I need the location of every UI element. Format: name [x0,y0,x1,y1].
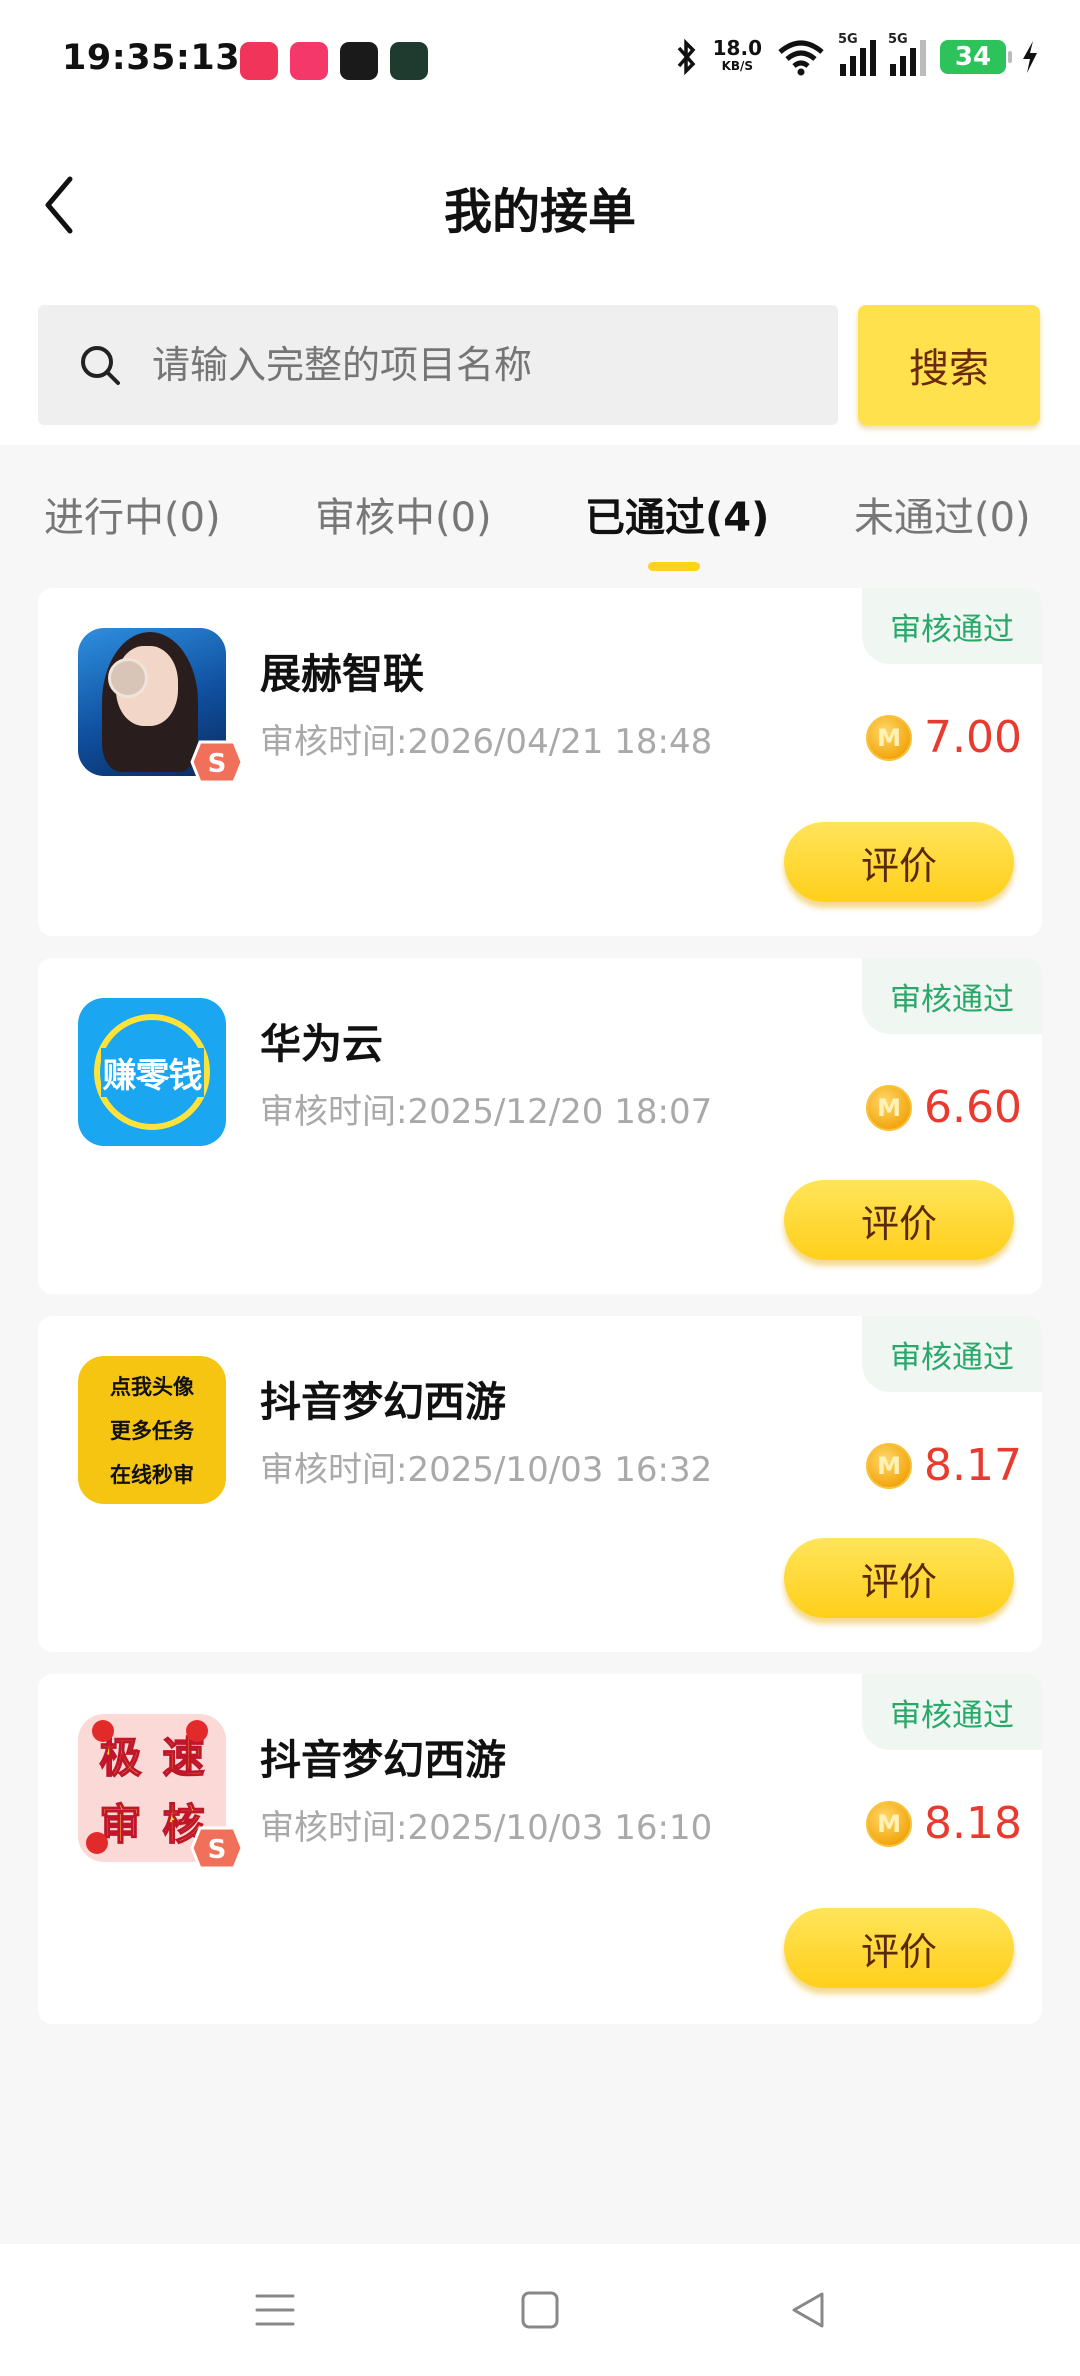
page-title: 我的接单 [443,184,636,240]
rate-button[interactable]: 评价 [784,822,1014,902]
status-badge: 审核通过 [862,588,1042,664]
bluetooth-icon [677,38,696,76]
search-input[interactable] [152,343,792,387]
menu-icon [255,2294,295,2326]
battery-icon: 34 [940,40,1012,74]
coin-icon: M [866,1442,913,1489]
thumbnail-line: 点我头像 [110,1375,194,1399]
order-card[interactable]: 审核通过 极 速 审 核 S 抖音梦幻西游 审核时间:2025/10/03 16… [38,1674,1042,2024]
project-name: 抖音梦幻西游 [260,1736,506,1784]
coin-icon: M [866,1800,913,1847]
coin-icon: M [866,1084,913,1131]
search-icon [81,346,120,385]
tab-under-review[interactable]: 审核中(0) [315,485,492,543]
reward: M 6.60 [866,1082,1022,1133]
reward: M 8.18 [866,1798,1022,1849]
project-thumbnail: 赚零钱 [78,998,226,1146]
rate-button[interactable]: 评价 [784,1908,1014,1988]
rate-button[interactable]: 评价 [784,1180,1014,1260]
signal-icon: 5G [838,32,876,76]
signal-icon-2: 5G [888,32,926,76]
video-app-icon [290,42,328,80]
s-badge-icon: S [190,740,244,784]
status-app-icons [240,42,428,80]
reward: M 7.00 [866,712,1022,763]
search-button[interactable]: 搜索 [858,305,1040,425]
project-name: 抖音梦幻西游 [260,1378,506,1426]
order-card[interactable]: 审核通过 点我头像 更多任务 在线秒审 抖音梦幻西游 审核时间:2025/10/… [38,1316,1042,1652]
reward-amount: 8.17 [924,1440,1022,1491]
tab-approved[interactable]: 已通过(4) [585,485,769,543]
thumbnail-line: 更多任务 [110,1419,194,1443]
coin-icon: M [866,714,913,761]
music-app-icon [240,42,278,80]
review-time: 审核时间:2025/10/03 16:32 [260,1450,713,1490]
order-card[interactable]: 审核通过 赚零钱 华为云 审核时间:2025/12/20 18:07 M 6.6… [38,958,1042,1294]
s-badge-letter: S [208,1835,227,1865]
signal1-label: 5G [838,32,858,47]
status-right: 18.0 KB/S 5G 5G 34 [675,32,1040,76]
signal2-label: 5G [888,32,908,47]
status-badge: 审核通过 [862,1674,1042,1750]
search-box[interactable] [38,305,838,425]
back-triangle-icon [792,2292,824,2328]
s-badge-icon: S [190,1826,244,1870]
review-time: 审核时间:2025/12/20 18:07 [260,1092,713,1132]
tab-rejected[interactable]: 未通过(0) [854,485,1031,543]
menu-nav-button[interactable] [245,2280,305,2340]
tab-bar: 进行中(0) 审核中(0) 已通过(4) 未通过(0) [0,485,1080,575]
active-tab-indicator [648,562,700,571]
thumbnail-line: 在线秒审 [110,1463,194,1487]
home-square-icon [521,2291,559,2329]
status-badge: 审核通过 [862,958,1042,1034]
wifi-icon [778,40,824,76]
green-app-icon [390,42,428,80]
net-speed: 18.0 KB/S [713,38,762,75]
status-time: 19:35:13 [62,38,241,78]
review-time: 审核时间:2025/10/03 16:10 [260,1808,713,1848]
home-nav-button[interactable] [510,2280,570,2340]
charging-icon [1023,41,1037,73]
review-time: 审核时间:2026/04/21 18:48 [260,722,713,762]
tab-in-progress[interactable]: 进行中(0) [44,485,221,543]
order-card[interactable]: 审核通过 S 展赫智联 审核时间:2026/04/21 18:48 M 7.00… [38,588,1042,936]
reward-amount: 6.60 [924,1082,1022,1133]
thumbnail-text: 赚零钱 [100,1047,204,1097]
back-nav-button[interactable] [778,2280,838,2340]
s-badge-letter: S [208,749,227,779]
reward-amount: 7.00 [924,712,1022,763]
rate-button[interactable]: 评价 [784,1538,1014,1618]
reward: M 8.17 [866,1440,1022,1491]
status-badge: 审核通过 [862,1316,1042,1392]
project-name: 展赫智联 [260,650,424,698]
project-name: 华为云 [260,1020,383,1068]
black-app-icon [340,42,378,80]
system-nav-bar [0,2244,1080,2376]
header: 我的接单 [0,150,1080,260]
reward-amount: 8.18 [924,1798,1022,1849]
project-thumbnail: 点我头像 更多任务 在线秒审 [78,1356,226,1504]
status-bar: 19:35:13 18.0 KB/S 5G 5G 34 [0,30,1080,100]
